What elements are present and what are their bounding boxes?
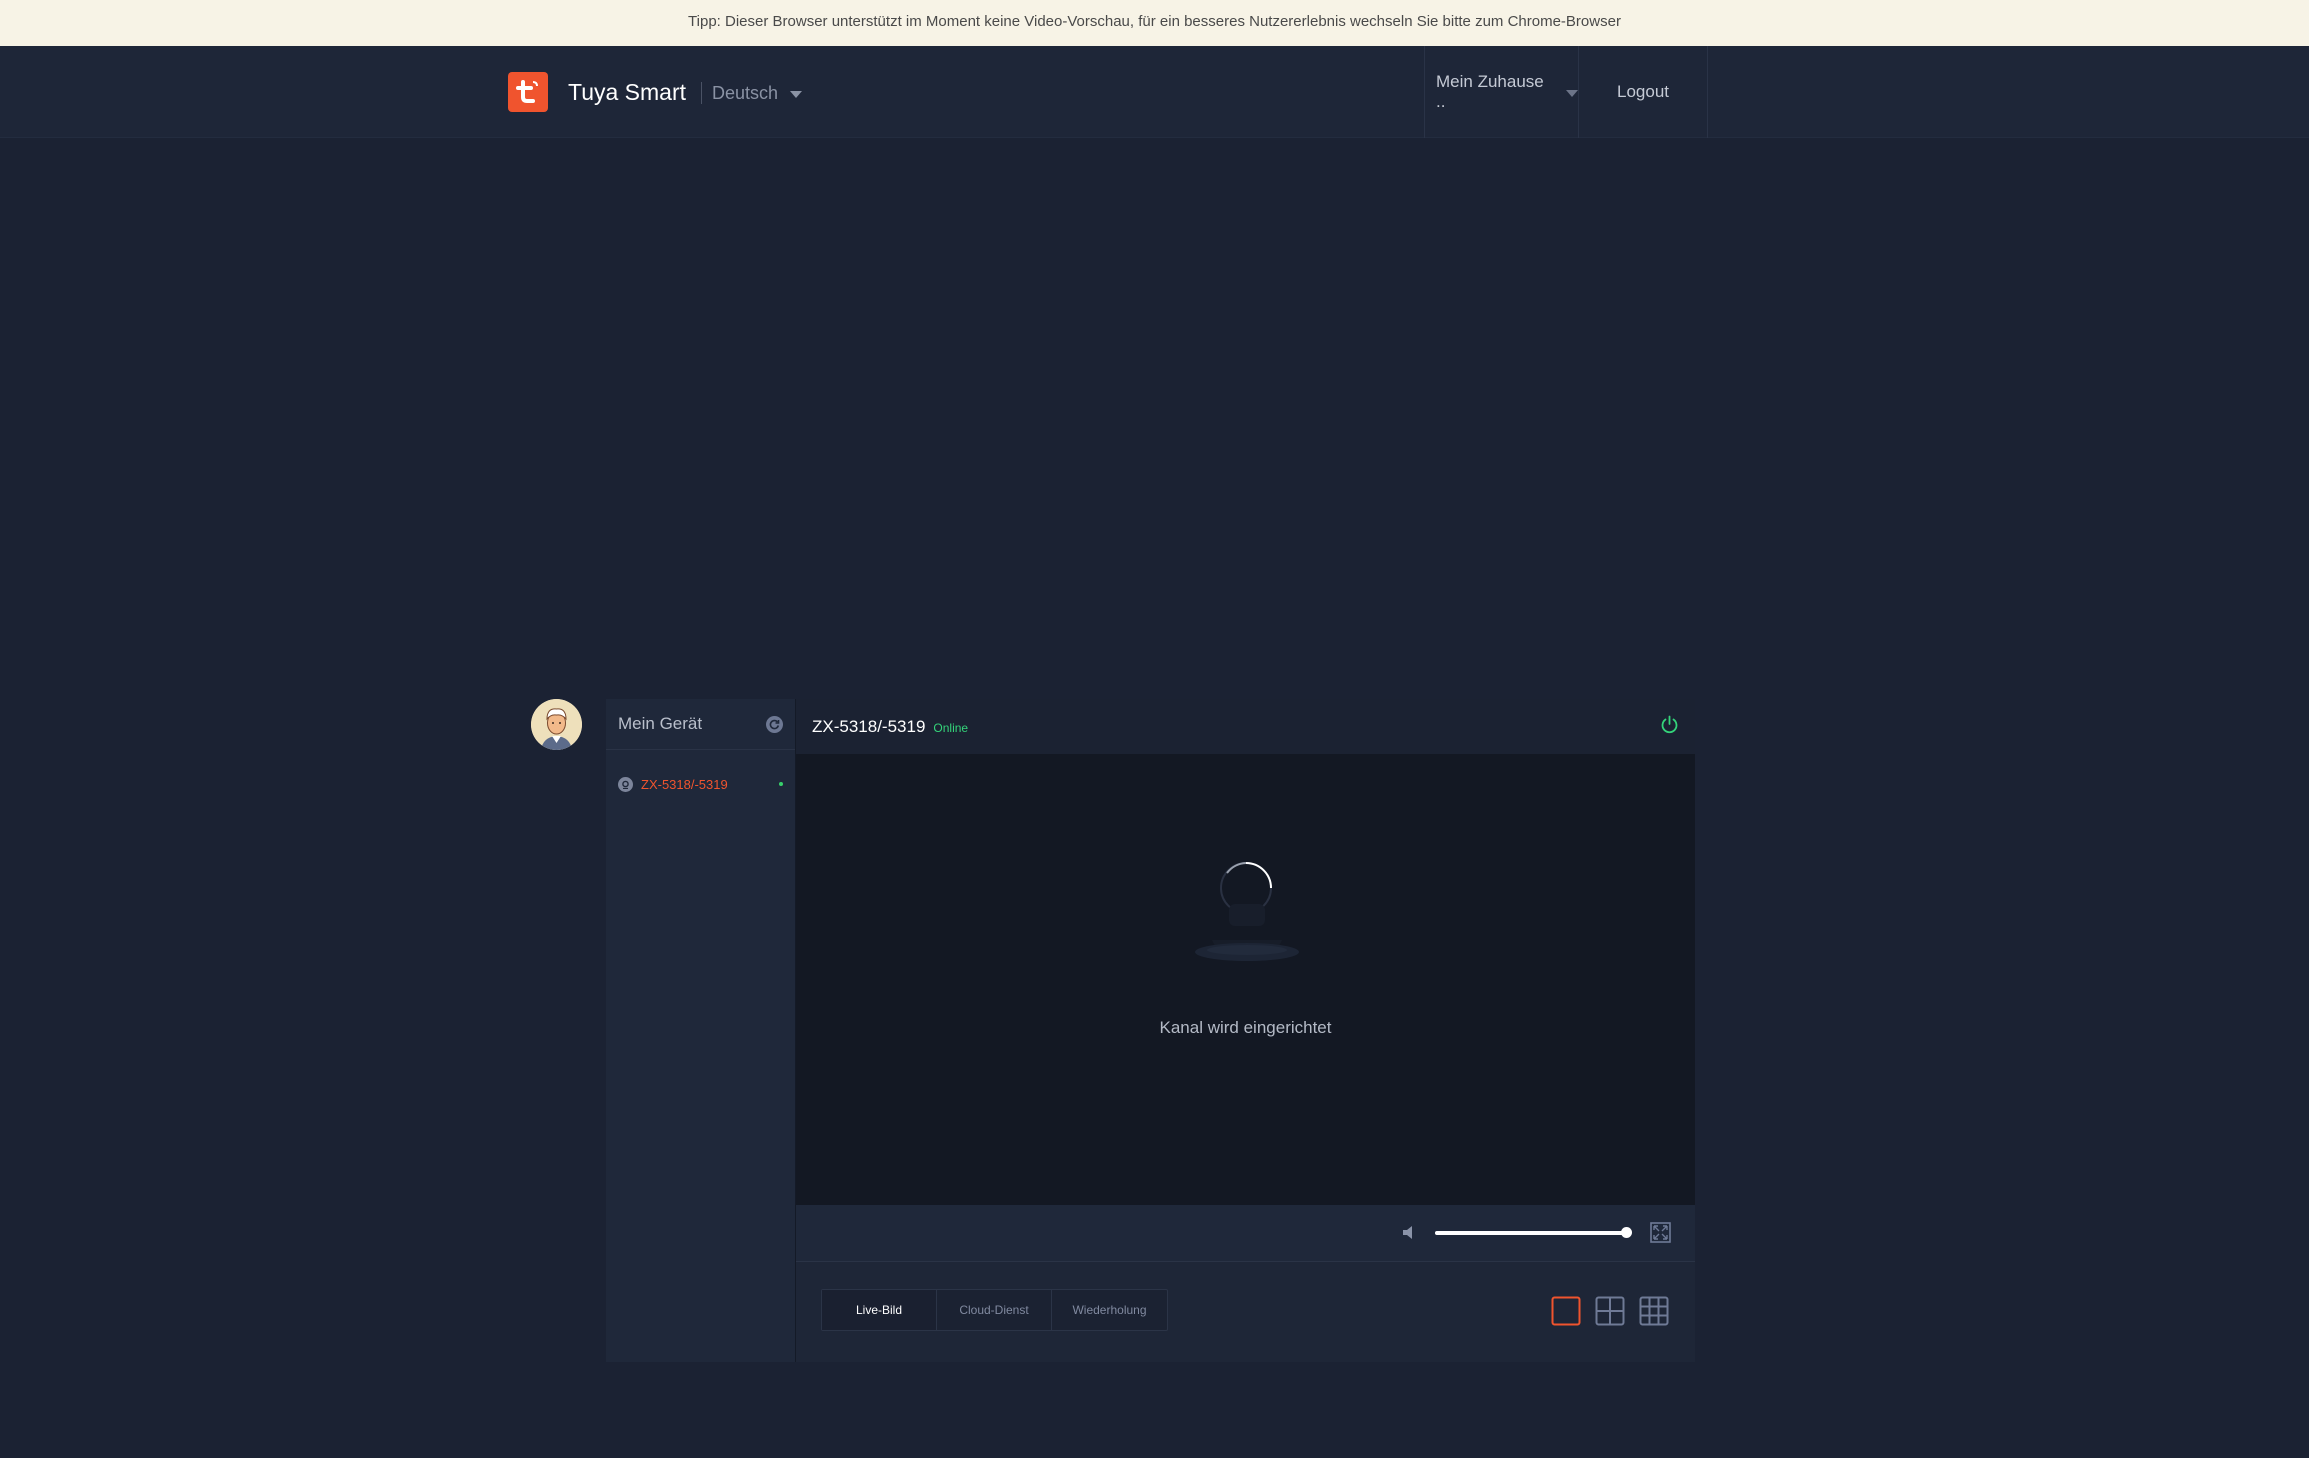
device-name: ZX-5318/-5319	[641, 776, 728, 792]
tab-label: Live-Bild	[855, 1303, 903, 1317]
brand-name: Tuya Smart	[568, 79, 687, 105]
volume-slider-fill	[1435, 1231, 1627, 1235]
video-area[interactable]: Kanal wird eingerichtet	[796, 754, 1695, 1205]
online-dot	[779, 782, 783, 786]
layout-switcher	[1551, 1296, 1669, 1331]
language-label: Deutsch	[712, 83, 779, 103]
top-header: Tuya Smart Deutsch Mein Zuhause .. Logou…	[0, 46, 2309, 138]
device-title: ZX-5318/-5319	[812, 716, 926, 736]
list-item[interactable]: ZX-5318/-5319	[606, 773, 795, 795]
volume-icon[interactable]	[1401, 1224, 1418, 1246]
avatar[interactable]	[531, 699, 582, 750]
divider	[701, 82, 702, 104]
tab-cloud[interactable]: Cloud-Dienst	[937, 1290, 1052, 1330]
player-header: ZX-5318/-5319 Online	[796, 699, 1695, 754]
tab-label: Wiederholung	[1072, 1303, 1147, 1317]
device-sidebar: Mein Gerät ZX-5318/-5319	[606, 699, 796, 1362]
logout-button[interactable]: Logout	[1579, 46, 1708, 138]
home-select-label: Mein Zuhause ..	[1436, 72, 1544, 111]
home-select[interactable]: Mein Zuhause ..	[1424, 46, 1579, 138]
status-badge: Online	[933, 720, 969, 735]
player-controls	[796, 1205, 1695, 1262]
nine-view-icon[interactable]	[1639, 1296, 1669, 1331]
sidebar-title: Mein Gerät	[618, 714, 703, 733]
single-view-icon[interactable]	[1551, 1296, 1581, 1331]
camera-placeholder-icon	[1195, 904, 1299, 961]
chevron-down-icon	[1566, 89, 1578, 97]
fullscreen-icon[interactable]	[1650, 1222, 1671, 1248]
loading-text: Kanal wird eingerichtet	[1159, 1018, 1332, 1037]
tuya-logo-icon[interactable]	[508, 72, 548, 112]
tab-label: Cloud-Dienst	[959, 1303, 1029, 1317]
tip-banner: Tipp: Dieser Browser unterstützt im Mome…	[0, 0, 2309, 46]
sidebar-header: Mein Gerät	[606, 699, 795, 750]
tab-live[interactable]: Live-Bild	[822, 1290, 937, 1330]
volume-slider[interactable]	[1435, 1227, 1632, 1238]
tip-text: Tipp: Dieser Browser unterstützt im Mome…	[688, 13, 1621, 30]
logout-label: Logout	[1617, 82, 1669, 101]
quad-view-icon[interactable]	[1595, 1296, 1625, 1331]
camera-icon	[618, 776, 633, 792]
tab-playback[interactable]: Wiederholung	[1052, 1290, 1167, 1330]
volume-slider-thumb[interactable]	[1621, 1227, 1632, 1238]
language-select[interactable]: Deutsch	[712, 78, 803, 108]
player-panel: ZX-5318/-5319 Online Kanal wird eingeric…	[796, 699, 1695, 1362]
chevron-down-icon	[790, 90, 803, 98]
power-icon[interactable]	[1660, 715, 1679, 739]
refresh-icon[interactable]	[766, 715, 783, 733]
view-tabs: Live-Bild Cloud-Dienst Wiederholung	[821, 1289, 1168, 1331]
